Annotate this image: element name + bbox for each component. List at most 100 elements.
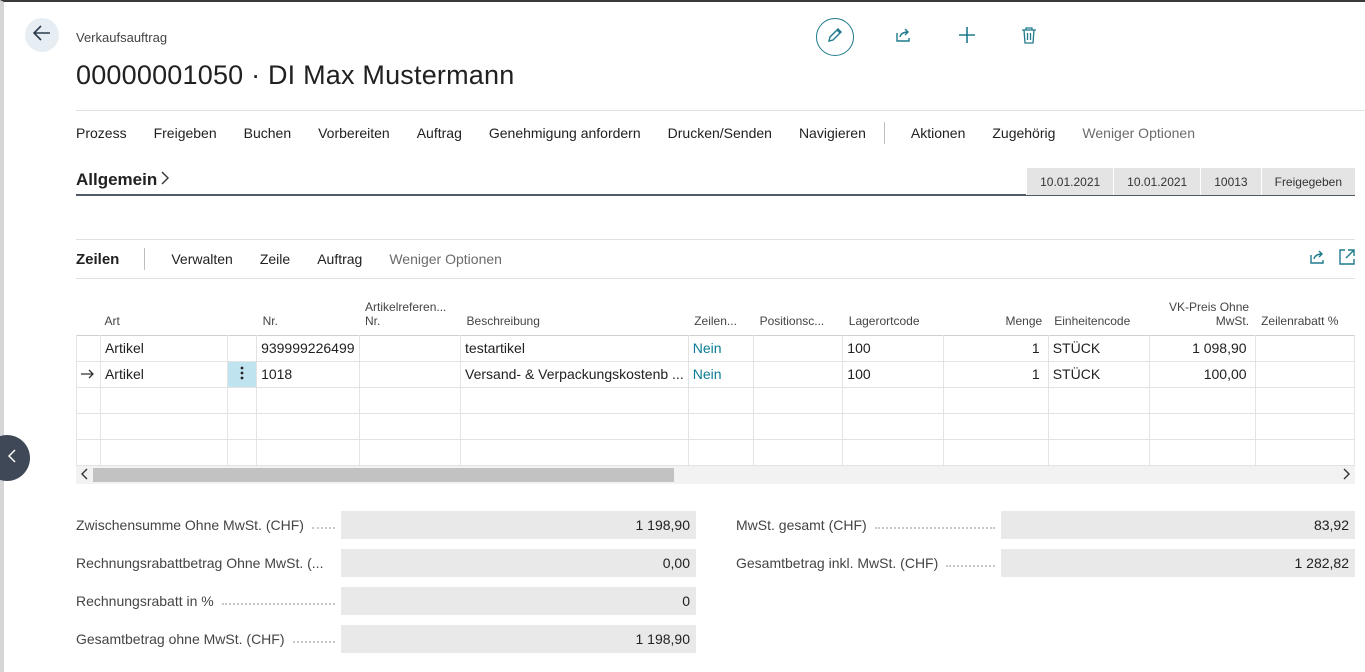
cell-vk-preis[interactable]: 1 098,90 <box>1148 334 1256 362</box>
header-positionscode[interactable]: Positionsc... <box>754 279 843 335</box>
cell-empty[interactable] <box>842 412 945 440</box>
cell-menu[interactable] <box>227 334 258 362</box>
cell-empty[interactable] <box>227 412 258 440</box>
table-row-selected[interactable]: Artikel 1018 Versand- & Verpackungskoste… <box>76 360 1355 388</box>
new-button[interactable] <box>952 22 982 52</box>
share-button[interactable] <box>889 22 919 52</box>
action-prozess[interactable]: Prozess <box>76 125 127 141</box>
cell-empty[interactable] <box>460 386 689 414</box>
header-vk-preis[interactable]: VK-Preis Ohne MwSt. <box>1149 279 1255 335</box>
cell-empty[interactable] <box>943 438 1049 466</box>
cell-empty[interactable] <box>1148 412 1256 440</box>
cell-empty[interactable] <box>842 438 945 466</box>
cell-empty[interactable] <box>227 438 258 466</box>
cell-empty[interactable] <box>943 412 1049 440</box>
cell-nr[interactable]: 939999226499 <box>256 334 360 362</box>
lines-fewer-options[interactable]: Weniger Optionen <box>389 251 502 267</box>
cell-beschreibung[interactable]: Versand- & Verpackungskostenb ... <box>460 360 689 388</box>
cell-empty[interactable] <box>1047 412 1150 440</box>
cell-empty[interactable] <box>687 412 755 440</box>
invoice-discount-amount-value[interactable]: 0,00 <box>341 549 696 577</box>
cell-menge[interactable]: 1 <box>943 360 1049 388</box>
side-panel-toggle[interactable] <box>0 435 30 481</box>
header-artikelreferenz[interactable]: Artikelreferen... Nr. <box>359 279 461 335</box>
cell-empty[interactable] <box>460 438 689 466</box>
delete-button[interactable] <box>1014 22 1044 52</box>
header-zeilen[interactable]: Zeilen... <box>688 279 753 335</box>
cell-einheitencode[interactable]: STÜCK <box>1047 360 1150 388</box>
lines-action-auftrag[interactable]: Auftrag <box>317 251 362 267</box>
general-section-toggle[interactable]: Allgemein <box>76 170 170 190</box>
cell-empty[interactable] <box>687 386 755 414</box>
cell-empty[interactable] <box>1148 386 1256 414</box>
row-menu-button[interactable] <box>227 360 258 388</box>
cell-empty[interactable] <box>753 412 844 440</box>
cell-empty[interactable] <box>99 438 229 466</box>
cell-empty[interactable] <box>1254 438 1355 466</box>
header-art[interactable]: Art <box>100 279 227 335</box>
cell-empty[interactable] <box>460 412 689 440</box>
cell-empty[interactable] <box>358 438 462 466</box>
scroll-left-icon[interactable] <box>80 467 88 484</box>
cell-empty[interactable] <box>1148 438 1256 466</box>
cell-empty[interactable] <box>227 386 258 414</box>
cell-artikelreferenz[interactable] <box>358 334 462 362</box>
cell-zeilen[interactable]: Nein <box>687 360 755 388</box>
header-zeilenrabatt[interactable]: Zeilenrabatt % <box>1255 279 1354 335</box>
cell-empty[interactable] <box>256 438 360 466</box>
table-row-empty[interactable] <box>76 386 1355 414</box>
header-einheitencode[interactable]: Einheitencode <box>1048 279 1149 335</box>
cell-empty[interactable] <box>256 412 360 440</box>
invoice-discount-pct-value[interactable]: 0 <box>341 587 696 615</box>
header-menge[interactable]: Menge <box>944 279 1049 335</box>
cell-einheitencode[interactable]: STÜCK <box>1047 334 1150 362</box>
cell-vk-preis[interactable]: 100,00 <box>1148 360 1256 388</box>
cell-menge[interactable]: 1 <box>943 334 1049 362</box>
table-row[interactable]: Artikel 939999226499 testartikel Nein 10… <box>76 334 1355 362</box>
edit-button[interactable] <box>816 18 854 56</box>
header-beschreibung[interactable]: Beschreibung <box>461 279 689 335</box>
table-row-empty[interactable] <box>76 412 1355 440</box>
cell-empty[interactable] <box>99 412 229 440</box>
cell-empty[interactable] <box>1254 386 1355 414</box>
header-lagerortcode[interactable]: Lagerortcode <box>843 279 944 335</box>
cell-positionscode[interactable] <box>753 360 844 388</box>
action-freigeben[interactable]: Freigeben <box>154 125 217 141</box>
cell-empty[interactable] <box>943 386 1049 414</box>
cell-empty[interactable] <box>1047 386 1150 414</box>
scrollbar-thumb[interactable] <box>93 468 674 482</box>
back-button[interactable] <box>25 18 59 52</box>
fewer-options-button[interactable]: Weniger Optionen <box>1082 125 1195 141</box>
cell-lagerortcode[interactable]: 100 <box>842 334 945 362</box>
cell-empty[interactable] <box>1254 412 1355 440</box>
cell-empty[interactable] <box>358 386 462 414</box>
action-genehmigung-anfordern[interactable]: Genehmigung anfordern <box>489 125 641 141</box>
cell-zeilenrabatt[interactable] <box>1254 334 1355 362</box>
action-auftrag[interactable]: Auftrag <box>417 125 462 141</box>
cell-art[interactable]: Artikel <box>99 360 229 388</box>
cell-empty[interactable] <box>687 438 755 466</box>
cell-empty[interactable] <box>753 438 844 466</box>
cell-empty[interactable] <box>256 386 360 414</box>
lines-action-zeile[interactable]: Zeile <box>260 251 290 267</box>
action-zugehoerig[interactable]: Zugehörig <box>992 125 1055 141</box>
cell-beschreibung[interactable]: testartikel <box>460 334 689 362</box>
scroll-right-icon[interactable] <box>1343 467 1351 484</box>
table-row-empty[interactable] <box>76 438 1355 466</box>
action-navigieren[interactable]: Navigieren <box>799 125 866 141</box>
cell-nr[interactable]: 1018 <box>256 360 360 388</box>
cell-zeilenrabatt[interactable] <box>1254 360 1355 388</box>
action-vorbereiten[interactable]: Vorbereiten <box>318 125 390 141</box>
action-buchen[interactable]: Buchen <box>244 125 291 141</box>
cell-positionscode[interactable] <box>753 334 844 362</box>
cell-empty[interactable] <box>1047 438 1150 466</box>
cell-artikelreferenz[interactable] <box>358 360 462 388</box>
horizontal-scrollbar[interactable] <box>76 466 1355 484</box>
lines-share-button[interactable] <box>1309 249 1327 270</box>
lines-action-verwalten[interactable]: Verwalten <box>171 251 232 267</box>
action-aktionen[interactable]: Aktionen <box>911 125 965 141</box>
cell-empty[interactable] <box>99 386 229 414</box>
header-nr[interactable]: Nr. <box>257 279 359 335</box>
cell-art[interactable]: Artikel <box>99 334 229 362</box>
lines-expand-button[interactable] <box>1339 249 1355 270</box>
